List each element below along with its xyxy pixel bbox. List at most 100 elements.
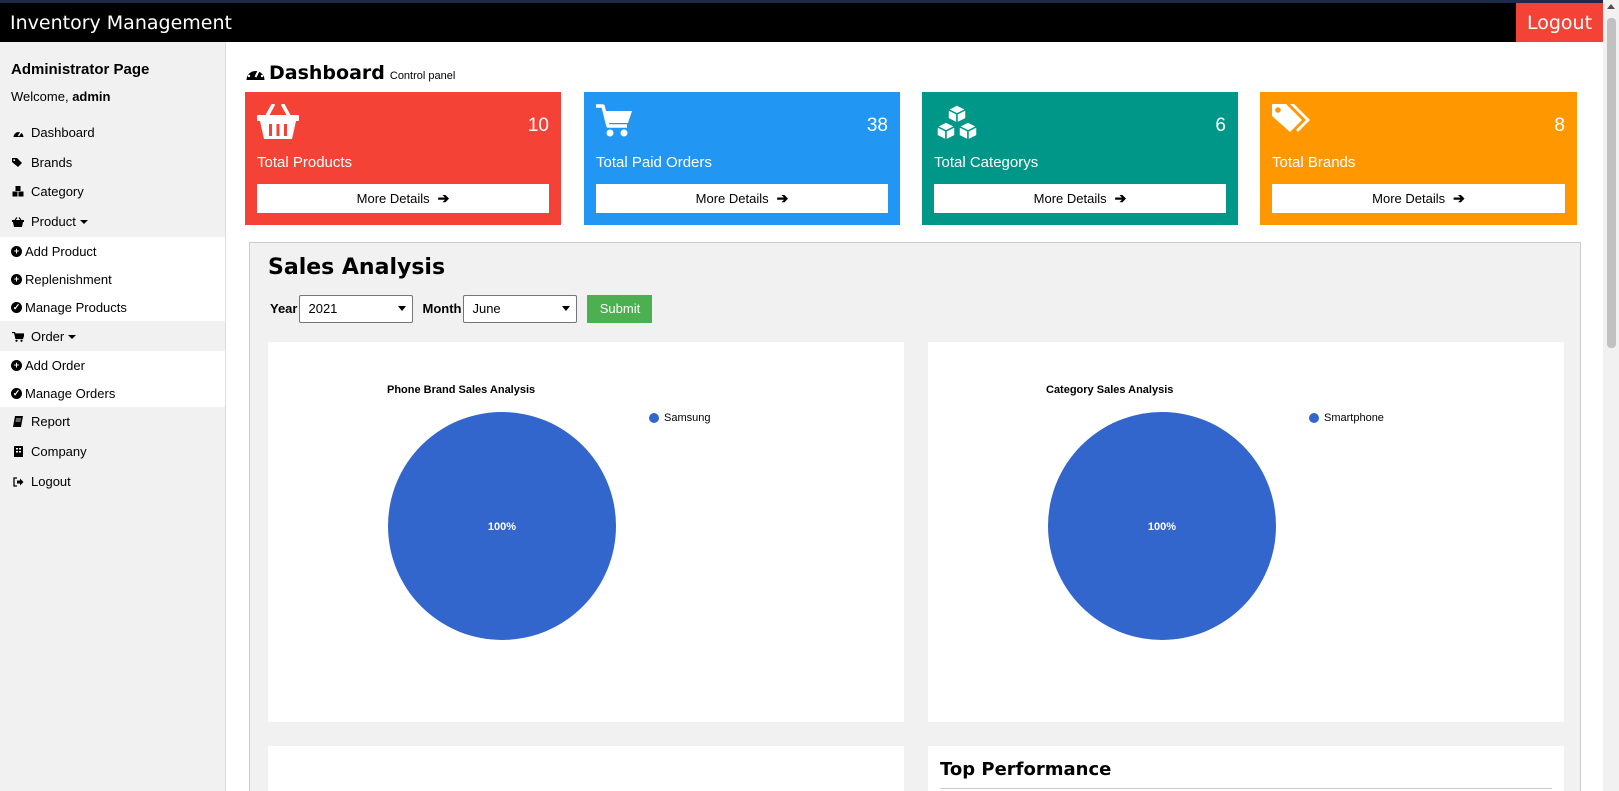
logout-button[interactable]: Logout xyxy=(1516,3,1603,42)
sidebar-item-add-product[interactable]: + Add Product xyxy=(0,237,225,265)
stat-card-brands: 8 Total Brands More Details ➔ xyxy=(1260,92,1577,225)
sidebar-item-label: Order xyxy=(31,329,65,344)
dashboard-icon xyxy=(11,128,25,138)
arrow-right-icon: ➔ xyxy=(437,190,450,206)
stat-card-products: 10 Total Products More Details ➔ xyxy=(245,92,561,225)
app-title[interactable]: Inventory Management xyxy=(10,12,232,34)
cart-icon xyxy=(11,331,25,342)
sidebar-item-replenishment[interactable]: + Replenishment xyxy=(0,265,225,293)
stat-count: 38 xyxy=(866,115,888,136)
sidebar-item-label: Product xyxy=(31,214,76,229)
pie-chart: 100% xyxy=(388,412,616,640)
sidebar-item-product[interactable]: Product xyxy=(0,207,225,236)
more-details-label: More Details xyxy=(695,191,769,206)
sidebar-item-label: Add Product xyxy=(25,243,97,259)
scrollbar-thumb[interactable] xyxy=(1607,18,1616,348)
chevron-down-icon xyxy=(398,306,407,311)
check-circle-icon: ✓ xyxy=(11,301,22,313)
sidebar-item-manage-products[interactable]: ✓ Manage Products xyxy=(0,293,225,321)
stat-count: 10 xyxy=(527,115,549,136)
book-icon xyxy=(11,416,25,427)
chevron-down-icon xyxy=(562,306,571,311)
sidebar-item-brands[interactable]: Brands xyxy=(0,148,225,177)
plus-circle-icon: + xyxy=(11,273,22,285)
page-scrollbar[interactable] xyxy=(1603,0,1619,791)
plus-circle-icon: + xyxy=(11,359,22,371)
sidebar-item-label: Manage Products xyxy=(25,299,127,315)
sidebar-item-logout[interactable]: Logout xyxy=(0,467,225,496)
plus-circle-icon: + xyxy=(11,245,22,257)
sidebar-item-label: Add Order xyxy=(25,357,85,373)
sidebar-item-label: Manage Orders xyxy=(25,385,116,401)
sidebar-item-order[interactable]: Order xyxy=(0,322,225,351)
top-performance-title: Top Performance xyxy=(940,759,1112,780)
stat-card-orders: 38 Total Paid Orders More Details ➔ xyxy=(584,92,900,225)
sidebar-title: Administrator Page xyxy=(11,61,150,78)
main-content: Dashboard Control panel 10 Total Product… xyxy=(226,42,1603,791)
dashboard-icon xyxy=(246,66,265,80)
more-details-label: More Details xyxy=(356,191,430,206)
check-circle-icon: ✓ xyxy=(11,387,22,399)
category-chart-panel: Category Sales Analysis Smartphone 100% xyxy=(928,342,1564,722)
basket-icon xyxy=(257,104,299,139)
cubes-icon xyxy=(935,104,979,142)
sidebar-item-label: Brands xyxy=(31,155,73,170)
sidebar-item-label: Category xyxy=(31,184,84,199)
sidebar-item-manage-orders[interactable]: ✓ Manage Orders xyxy=(0,379,225,407)
more-details-button[interactable]: More Details ➔ xyxy=(1272,184,1565,213)
more-details-button[interactable]: More Details ➔ xyxy=(596,184,888,213)
page-subtitle: Control panel xyxy=(389,70,456,82)
basket-icon xyxy=(11,216,25,227)
sidebar-item-label: Dashboard xyxy=(31,125,95,140)
scroll-up-arrow-icon[interactable] xyxy=(1607,4,1615,9)
stat-count: 6 xyxy=(1215,115,1226,136)
year-select[interactable]: 2021 xyxy=(299,294,414,323)
building-icon xyxy=(11,446,25,457)
year-select-value: 2021 xyxy=(308,301,338,316)
welcome-prefix: Welcome, xyxy=(11,89,69,104)
sidebar: Administrator Page Welcome, admin Dashbo… xyxy=(0,42,226,791)
arrow-right-icon: ➔ xyxy=(1114,190,1127,206)
more-details-button[interactable]: More Details ➔ xyxy=(257,184,549,213)
divider xyxy=(940,788,1552,789)
page-title: Dashboard xyxy=(269,62,385,84)
arrow-right-icon: ➔ xyxy=(1453,190,1465,206)
stat-card-categories: 6 Total Categorys More Details ➔ xyxy=(922,92,1238,225)
tags-icon xyxy=(11,157,25,168)
sidebar-item-label: Logout xyxy=(31,474,71,489)
sidebar-item-label: Replenishment xyxy=(25,271,112,287)
pie-slice-label: 100% xyxy=(488,521,516,533)
sidebar-item-company[interactable]: Company xyxy=(0,437,225,466)
sidebar-item-report[interactable]: Report xyxy=(0,407,225,436)
stat-label: Total Paid Orders xyxy=(596,154,712,171)
more-details-label: More Details xyxy=(1372,191,1446,206)
section-title: Sales Analysis xyxy=(268,255,446,280)
more-details-label: More Details xyxy=(1033,191,1107,206)
top-navbar: Inventory Management Logout xyxy=(0,0,1603,42)
stat-label: Total Products xyxy=(257,154,353,171)
sidebar-item-add-order[interactable]: + Add Order xyxy=(0,351,225,379)
submit-button[interactable]: Submit xyxy=(587,294,653,323)
top-performance-panel: Top Performance xyxy=(928,746,1564,791)
page-header: Dashboard Control panel xyxy=(246,62,455,84)
cubes-icon xyxy=(11,186,25,197)
welcome-text: Welcome, admin xyxy=(11,89,110,104)
pie-slice-label: 100% xyxy=(1148,521,1176,533)
stat-label: Total Categorys xyxy=(934,154,1039,171)
third-chart-panel xyxy=(268,746,904,791)
sidebar-item-category[interactable]: Category xyxy=(0,177,225,206)
cart-icon xyxy=(596,104,632,137)
month-select[interactable]: June xyxy=(463,294,578,323)
logout-icon xyxy=(11,476,25,487)
month-label: Month xyxy=(422,301,462,316)
more-details-button[interactable]: More Details ➔ xyxy=(934,184,1226,213)
arrow-right-icon: ➔ xyxy=(776,190,789,206)
stat-label: Total Brands xyxy=(1272,154,1356,171)
month-select-value: June xyxy=(472,301,501,316)
sales-filter-form: Year 2021 Month June Submit xyxy=(270,294,653,323)
sidebar-item-dashboard[interactable]: Dashboard xyxy=(0,118,225,147)
phone-brand-chart-panel: Phone Brand Sales Analysis Samsung 100% xyxy=(268,342,904,722)
pie-chart: 100% xyxy=(1048,412,1276,640)
sidebar-item-label: Report xyxy=(31,414,71,429)
username: admin xyxy=(72,89,111,104)
